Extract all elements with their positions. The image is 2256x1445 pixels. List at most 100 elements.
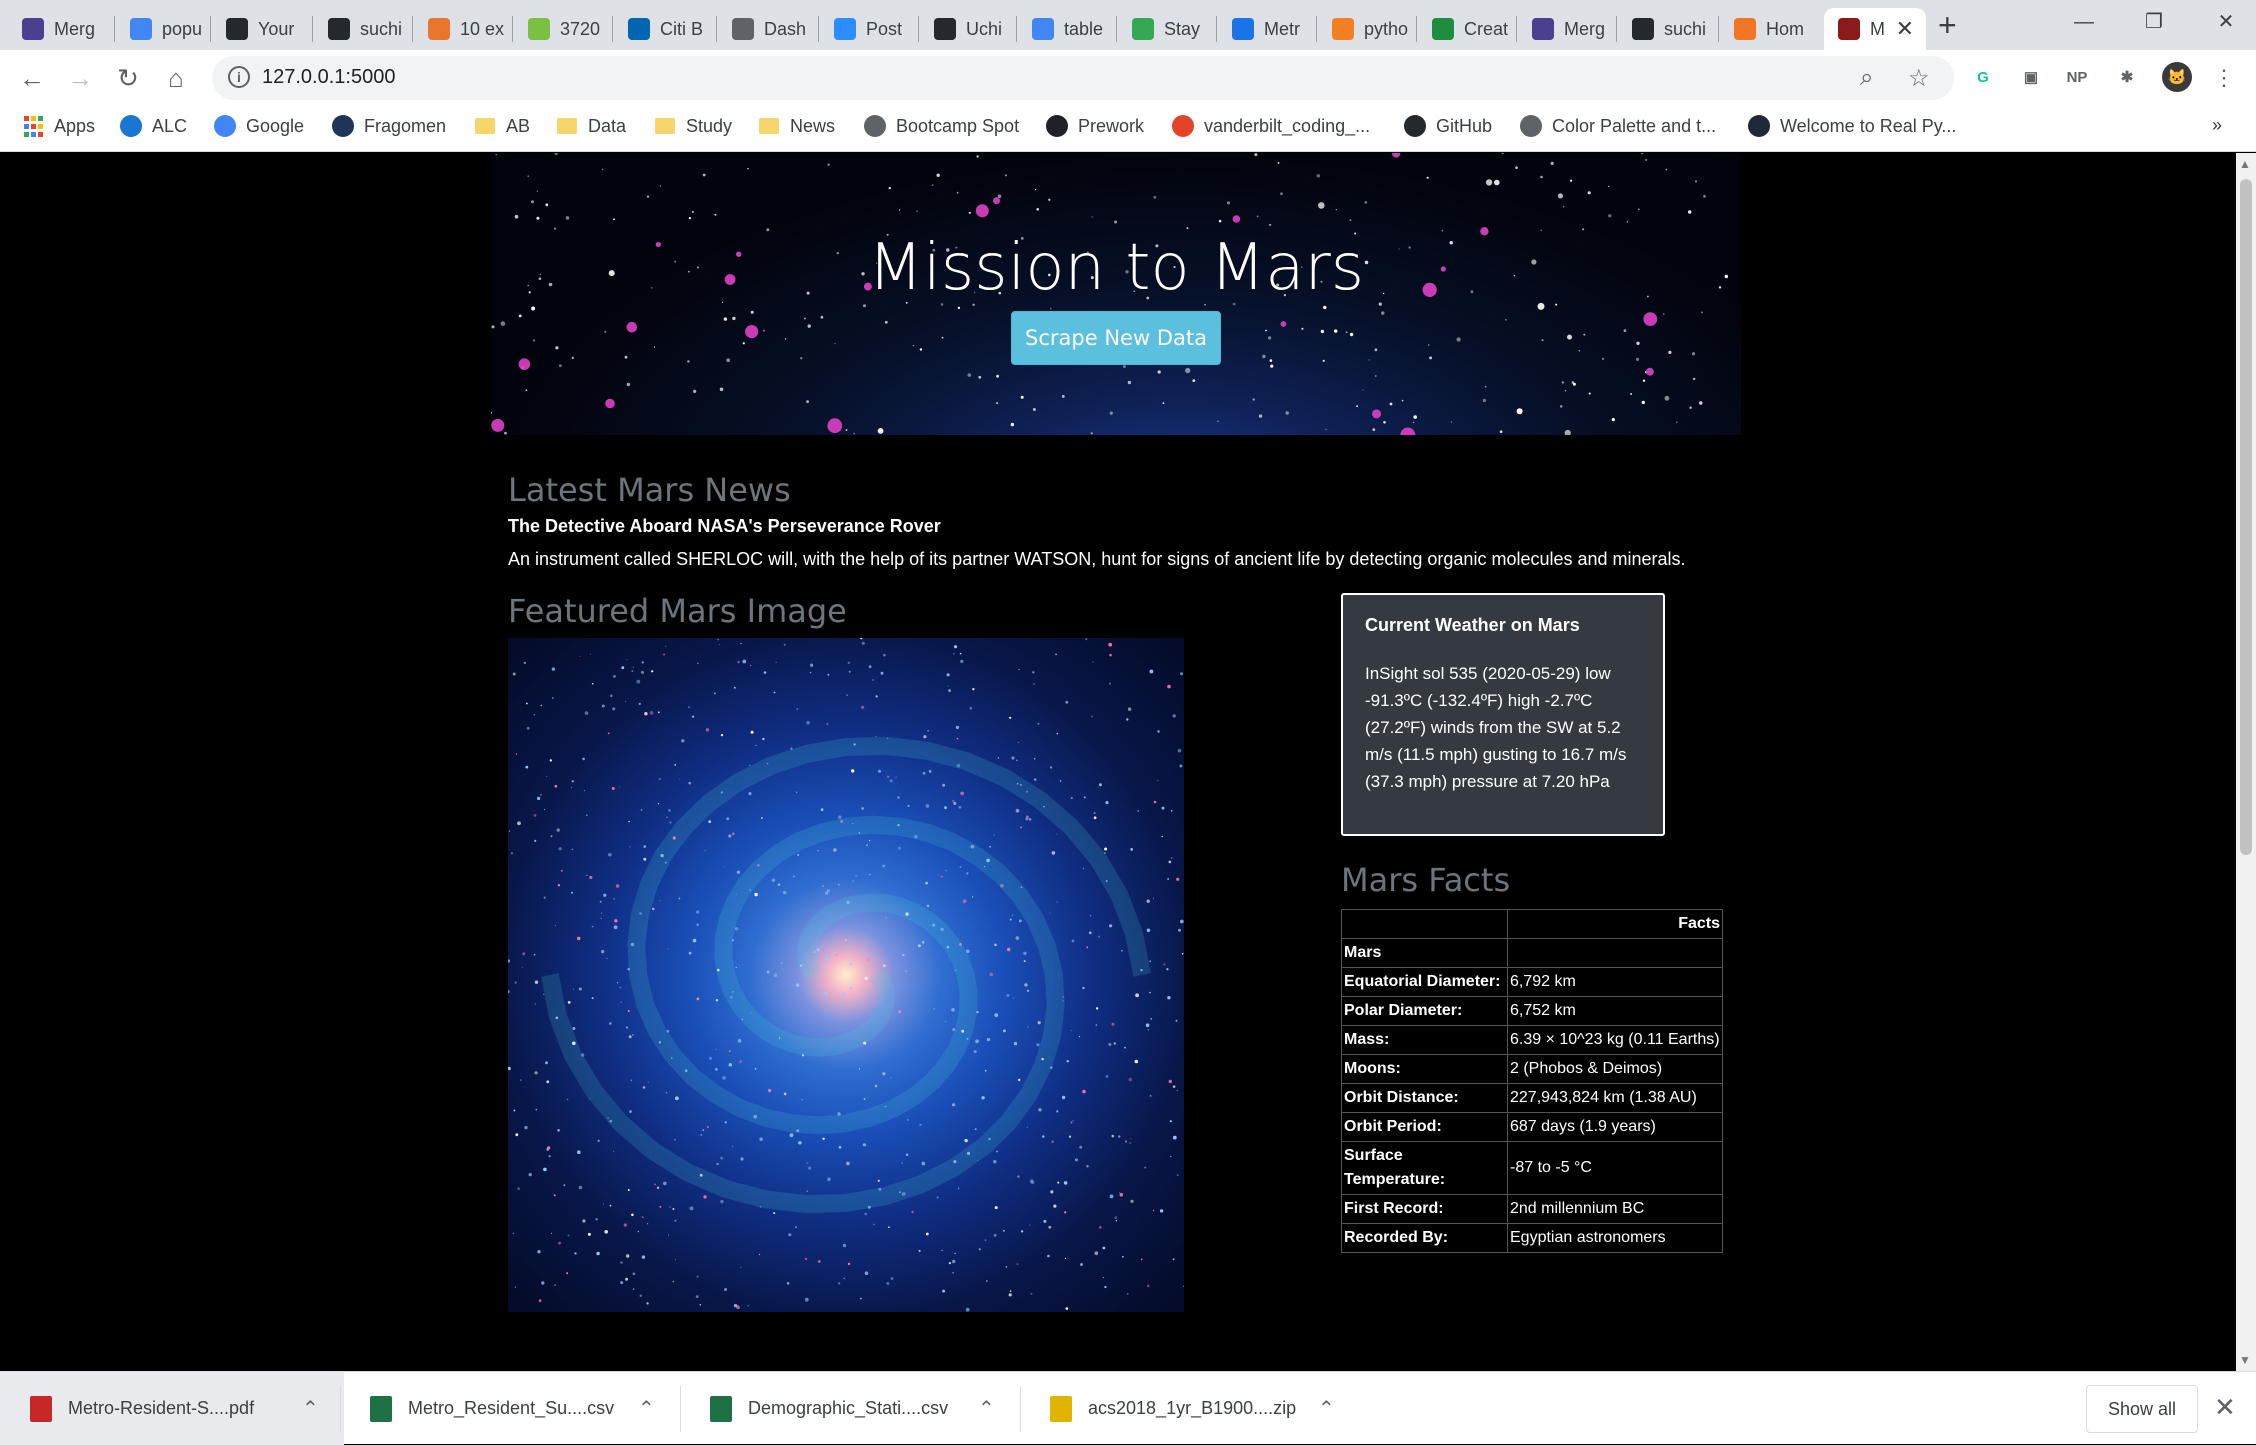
galaxy-star <box>1099 783 1102 787</box>
browser-tab[interactable]: Creat <box>1418 8 1514 50</box>
minimize-button[interactable]: — <box>2054 6 2114 38</box>
galaxy-star <box>1153 800 1157 804</box>
close-downloads-bar-icon[interactable]: ✕ <box>2214 1392 2236 1423</box>
browser-tab[interactable]: Merg <box>1518 8 1614 50</box>
browser-tab[interactable]: Citi B <box>614 8 710 50</box>
galaxy-star <box>1070 1030 1072 1031</box>
bookmark-bootcamp-spot[interactable]: Bootcamp Spot <box>864 115 1019 137</box>
galaxy-star <box>989 845 991 848</box>
browser-tab[interactable]: pytho <box>1318 8 1414 50</box>
grammarly-icon[interactable]: G <box>1968 62 1998 92</box>
browser-tab[interactable]: table <box>1018 8 1114 50</box>
galaxy-star <box>587 1232 591 1236</box>
download-options-chevron-icon[interactable]: ⌃ <box>302 1396 319 1421</box>
download-options-chevron-icon[interactable]: ⌃ <box>978 1396 995 1421</box>
restore-button[interactable]: ❐ <box>2124 6 2184 38</box>
browser-tab[interactable]: Dash <box>718 8 814 50</box>
galaxy-star <box>717 638 719 641</box>
galaxy-star <box>1140 1258 1143 1261</box>
galaxy-star <box>789 1133 794 1138</box>
browser-tab[interactable]: suchi <box>314 8 410 50</box>
browser-tab[interactable]: M ✕ <box>1824 8 1926 50</box>
galaxy-star <box>643 845 646 848</box>
cast-icon[interactable]: ▣ <box>2016 62 2046 92</box>
scrape-new-data-button[interactable]: Scrape New Data <box>1011 311 1221 365</box>
browser-tab[interactable]: Stay <box>1118 8 1214 50</box>
download-item[interactable]: acs2018_1yr_B1900....zip ⌃ <box>1020 1372 1360 1445</box>
back-arrow-icon[interactable]: ← <box>16 62 48 94</box>
bookmark-ab[interactable]: AB <box>474 115 530 137</box>
galaxy-star <box>689 1206 694 1211</box>
browser-tab[interactable]: 3720 <box>514 8 610 50</box>
bookmark-github[interactable]: GitHub <box>1404 115 1492 137</box>
bookmark-star-icon[interactable]: ☆ <box>1908 64 1930 93</box>
browser-tab[interactable]: Your <box>212 8 308 50</box>
galaxy-star <box>869 874 871 876</box>
forward-arrow-icon[interactable]: → <box>64 62 96 94</box>
bookmark-news[interactable]: News <box>758 115 835 137</box>
window-close-button[interactable]: ✕ <box>2196 6 2256 38</box>
download-options-chevron-icon[interactable]: ⌃ <box>638 1396 655 1421</box>
galaxy-star <box>515 753 518 755</box>
download-item[interactable]: Demographic_Stati....csv ⌃ <box>680 1372 1020 1445</box>
browser-tab[interactable]: Merg <box>8 8 104 50</box>
scroll-down-arrow-icon[interactable]: ▼ <box>2239 1353 2251 1367</box>
tab-close-icon[interactable]: ✕ <box>1896 16 1914 42</box>
bookmarks-overflow-icon[interactable]: » <box>2212 115 2222 136</box>
np-icon[interactable]: NP <box>2062 62 2092 92</box>
browser-tab[interactable]: Metr <box>1218 8 1314 50</box>
bookmark-alc[interactable]: ALC <box>120 115 187 137</box>
browser-tab[interactable]: suchi <box>1618 8 1714 50</box>
bookmark-apps[interactable]: Apps <box>22 115 95 137</box>
galaxy-star <box>835 954 838 957</box>
galaxy-star <box>713 692 716 695</box>
browser-tab[interactable]: Uchi <box>920 8 1016 50</box>
galaxy-star <box>1075 1158 1078 1162</box>
galaxy-star <box>720 1199 724 1204</box>
url-text[interactable]: 127.0.0.1:5000 <box>262 66 395 89</box>
extensions-puzzle-icon[interactable]: ✱ <box>2112 62 2142 92</box>
bookmark-color-palette-and-t[interactable]: Color Palette and t... <box>1520 115 1716 137</box>
galaxy-star <box>989 972 993 977</box>
address-bar[interactable]: i 127.0.0.1:5000 ⌕ ☆ <box>212 56 1954 100</box>
bookmark-welcome-to-real-py[interactable]: Welcome to Real Py... <box>1748 115 1956 137</box>
profile-avatar[interactable]: 🐱 <box>2162 62 2192 92</box>
page-scrollbar[interactable]: ▲ ▼ <box>2236 153 2256 1371</box>
galaxy-star <box>1023 951 1027 956</box>
bookmark-google[interactable]: Google <box>214 115 304 137</box>
bookmark-data[interactable]: Data <box>556 115 626 137</box>
galaxy-star <box>1020 1230 1024 1233</box>
zoom-icon[interactable]: ⌕ <box>1860 64 1873 92</box>
galaxy-star <box>678 897 681 900</box>
bookmark-fragomen[interactable]: Fragomen <box>332 115 446 137</box>
download-filename: Metro-Resident-S....pdf <box>68 1398 255 1418</box>
browser-tab[interactable]: 10 ex <box>414 8 510 50</box>
galaxy-star <box>1130 848 1134 851</box>
chrome-menu-icon[interactable]: ⋮ <box>2208 62 2240 94</box>
bookmark-prework[interactable]: Prework <box>1046 115 1144 137</box>
galaxy-star <box>586 874 588 876</box>
galaxy-star <box>657 803 659 805</box>
star <box>806 400 809 403</box>
bookmark-vanderbilt-coding[interactable]: vanderbilt_coding_... <box>1172 115 1370 137</box>
browser-tab[interactable]: Hom <box>1720 8 1816 50</box>
new-tab-button[interactable]: + <box>1938 8 1957 42</box>
scrollbar-thumb[interactable] <box>2240 179 2252 855</box>
magenta-star <box>518 358 531 370</box>
download-options-chevron-icon[interactable]: ⌃ <box>1318 1396 1335 1421</box>
galaxy-star <box>1029 1224 1031 1226</box>
reload-icon[interactable]: ↻ <box>112 62 144 94</box>
bookmark-study[interactable]: Study <box>654 115 732 137</box>
galaxy-star <box>801 1099 803 1101</box>
browser-tab[interactable]: Post <box>820 8 916 50</box>
scroll-up-arrow-icon[interactable]: ▲ <box>2239 157 2251 171</box>
home-icon[interactable]: ⌂ <box>160 62 192 94</box>
site-info-icon[interactable]: i <box>228 66 250 88</box>
show-all-downloads-button[interactable]: Show all <box>2086 1385 2198 1433</box>
galaxy-star <box>754 1068 757 1070</box>
galaxy-star <box>809 663 814 667</box>
download-item[interactable]: Metro_Resident_Su....csv ⌃ <box>340 1372 680 1445</box>
bookmark-label: ALC <box>152 115 188 136</box>
browser-tab[interactable]: popu <box>116 8 212 50</box>
download-item[interactable]: Metro-Resident-S....pdf ⌃ <box>0 1372 344 1445</box>
